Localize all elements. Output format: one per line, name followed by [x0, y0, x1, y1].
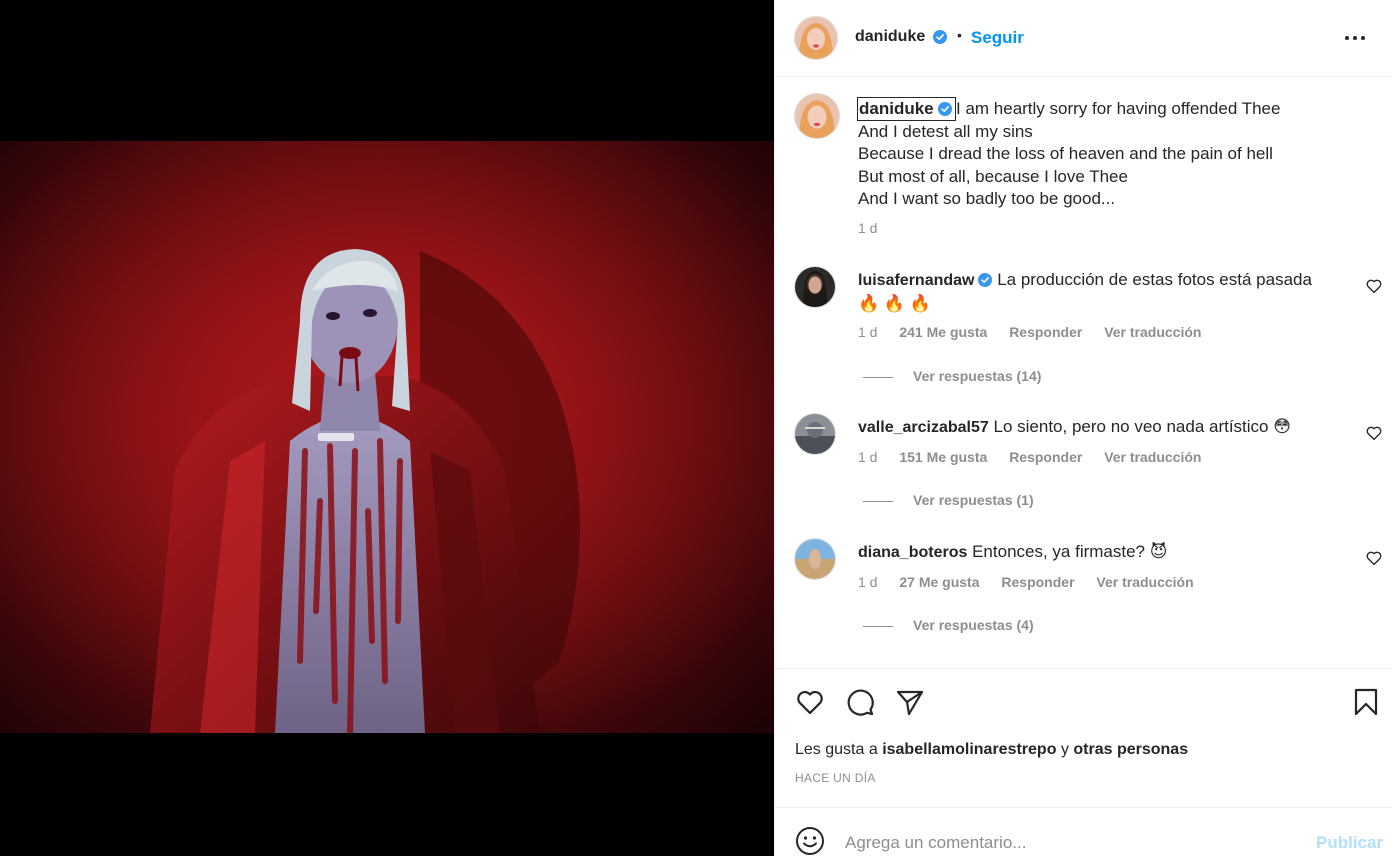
- comment-body: valle_arcizabal57 Lo siento, pero no veo…: [858, 415, 1328, 439]
- commenter-avatar[interactable]: [795, 267, 835, 307]
- comment-time[interactable]: 1 d: [858, 574, 877, 590]
- header-separator: •: [957, 27, 962, 43]
- caption-timestamp[interactable]: 1 d: [858, 220, 877, 236]
- author-avatar[interactable]: [795, 17, 837, 59]
- caption-username-link[interactable]: daniduke: [857, 97, 956, 121]
- comment-meta: 1 d 151 Me gusta Responder Ver traducció…: [858, 449, 1219, 465]
- commenter-avatar[interactable]: [795, 539, 835, 579]
- comment-username[interactable]: luisafernandaw: [858, 272, 974, 289]
- comment-time[interactable]: 1 d: [858, 449, 877, 465]
- post-timestamp[interactable]: HACE UN DÍA: [795, 771, 876, 785]
- photo-illustration: [0, 141, 774, 733]
- comment-meta: 1 d 27 Me gusta Responder Ver traducción: [858, 574, 1212, 590]
- caption-line: And I detest all my sins: [858, 121, 1033, 141]
- comment-username[interactable]: diana_boteros: [858, 544, 967, 561]
- share-icon[interactable]: [895, 687, 925, 717]
- caption-line: And I want so badly too be good...: [858, 189, 1116, 209]
- comment-body: diana_boteros Entonces, ya firmaste? 😈: [858, 540, 1328, 564]
- comment-likes[interactable]: 151 Me gusta: [899, 449, 987, 465]
- caption-line: But most of all, because I love Thee: [858, 166, 1128, 186]
- view-replies-label: Ver respuestas (1): [913, 492, 1034, 508]
- heart-icon[interactable]: [1365, 424, 1383, 442]
- comment-text: La producción de estas fotos está pasada: [997, 270, 1312, 289]
- comment-body: luisafernandaw La producción de estas fo…: [858, 268, 1328, 315]
- likes-joiner: y: [1060, 741, 1069, 758]
- verified-icon: [978, 273, 993, 287]
- translate-button[interactable]: Ver traducción: [1104, 449, 1201, 465]
- comment-likes[interactable]: 27 Me gusta: [899, 574, 979, 590]
- verified-icon: [937, 102, 952, 116]
- comment-text: Entonces, ya firmaste? 😈: [972, 542, 1168, 561]
- caption-author-avatar[interactable]: [795, 94, 839, 138]
- likes-prefix: Les gusta a: [795, 741, 878, 758]
- comment-text: Lo siento, pero no veo nada artístico 😳: [993, 417, 1291, 436]
- add-comment-bar: Publicar: [775, 807, 1392, 856]
- likes-summary: Les gusta a isabellamolinarestrepo y otr…: [795, 741, 1188, 759]
- verified-icon: [933, 30, 947, 44]
- comment-input[interactable]: [845, 830, 1295, 856]
- reply-button[interactable]: Responder: [1009, 449, 1082, 465]
- view-replies-button[interactable]: Ver respuestas (1): [863, 492, 1034, 508]
- post-header: daniduke • Seguir: [775, 0, 1392, 77]
- more-options-icon[interactable]: [1341, 24, 1369, 52]
- caption-line: Because I dread the loss of heaven and t…: [858, 144, 1273, 164]
- replies-divider: [863, 376, 893, 378]
- comment-time[interactable]: 1 d: [858, 324, 877, 340]
- translate-button[interactable]: Ver traducción: [1096, 574, 1193, 590]
- translate-button[interactable]: Ver traducción: [1104, 324, 1201, 340]
- bookmark-icon[interactable]: [1351, 687, 1381, 717]
- emoji-icon[interactable]: [795, 826, 825, 856]
- post-photo[interactable]: [0, 141, 774, 733]
- reply-button[interactable]: Responder: [1009, 324, 1082, 340]
- publish-button[interactable]: Publicar: [1316, 833, 1383, 853]
- caption-username: daniduke: [859, 99, 934, 118]
- heart-icon[interactable]: [795, 687, 825, 717]
- comment-icon[interactable]: [845, 687, 875, 717]
- comment-username[interactable]: valle_arcizabal57: [858, 419, 989, 436]
- follow-button[interactable]: Seguir: [971, 28, 1024, 48]
- heart-icon[interactable]: [1365, 549, 1383, 567]
- view-replies-button[interactable]: Ver respuestas (4): [863, 617, 1034, 633]
- post-actions: Les gusta a isabellamolinarestrepo y otr…: [775, 668, 1392, 808]
- view-replies-button[interactable]: Ver respuestas (14): [863, 368, 1041, 384]
- comment-meta: 1 d 241 Me gusta Responder Ver traducció…: [858, 324, 1219, 340]
- reply-button[interactable]: Responder: [1001, 574, 1074, 590]
- view-replies-label: Ver respuestas (14): [913, 368, 1042, 384]
- author-username[interactable]: daniduke: [855, 28, 925, 46]
- view-replies-label: Ver respuestas (4): [913, 617, 1034, 633]
- post-side-panel: daniduke • Seguir I am heartly sorry for…: [774, 0, 1392, 856]
- heart-icon[interactable]: [1365, 277, 1383, 295]
- commenter-avatar[interactable]: [795, 414, 835, 454]
- comment-emoji: 🔥 🔥 🔥: [858, 294, 931, 313]
- post-media: [0, 0, 774, 856]
- replies-divider: [863, 625, 893, 627]
- likes-user-link[interactable]: isabellamolinarestrepo: [882, 741, 1056, 758]
- likes-others-link[interactable]: otras personas: [1073, 741, 1188, 758]
- replies-divider: [863, 500, 893, 502]
- comment-likes[interactable]: 241 Me gusta: [899, 324, 987, 340]
